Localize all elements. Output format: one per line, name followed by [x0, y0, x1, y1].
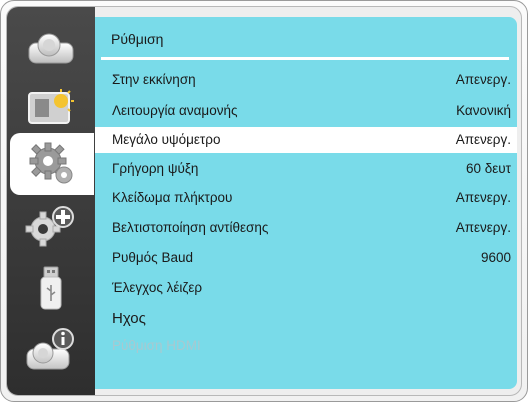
menu-row-value: Απενεργ. — [455, 190, 511, 205]
menu-row-label: Ρύθμιση HDMI — [112, 338, 201, 353]
menu-row-contrast-optimization[interactable]: Βελτιστοποίηση αντίθεσης Απενεργ. — [95, 215, 517, 241]
gears-plus-icon — [25, 206, 74, 247]
menu-window-frame: Ρύθμιση Στην εκκίνηση Απενεργ. Λειτουργί… — [0, 0, 528, 402]
menu-row-standby-mode[interactable]: Λειτουργία αναμονής Κανονική — [95, 98, 517, 124]
gear-icon — [29, 142, 73, 184]
menu-window: Ρύθμιση Στην εκκίνηση Απενεργ. Λειτουργί… — [6, 6, 522, 396]
menu-row-baud-rate[interactable]: Ρυθμός Baud 9600 — [95, 245, 517, 271]
menu-row-label: Στην εκκίνηση — [112, 72, 196, 87]
menu-row-laser-control[interactable]: Έλεγχος λέιζερ — [95, 275, 517, 301]
usb-icon — [40, 266, 62, 310]
menu-row-value: Κανονική — [456, 103, 511, 118]
menu-row-value: 9600 — [480, 250, 511, 265]
menu-row-sound[interactable]: Ηχος — [95, 305, 517, 331]
menu-row-label: Γρήγορη ψύξη — [112, 161, 199, 176]
sidebar-item-options[interactable] — [13, 203, 89, 253]
menu-row-value: Απενεργ. — [455, 220, 511, 235]
sidebar-item-usb[interactable] — [13, 263, 89, 313]
menu-row-label: Λειτουργία αναμονής — [112, 103, 238, 118]
menu-row-value: Απενεργ. — [455, 132, 511, 147]
sidebar — [7, 7, 95, 395]
sidebar-item-picture[interactable] — [13, 81, 89, 131]
menu-row-hdmi-settings: Ρύθμιση HDMI — [95, 333, 517, 359]
menu-row-label: Ηχος — [112, 310, 146, 327]
menu-row-value: Απενεργ. — [455, 72, 511, 87]
menu-row-quick-cooling[interactable]: Γρήγορη ψύξη 60 δευτ — [95, 156, 517, 182]
menu-row-startup[interactable]: Στην εκκίνηση Απενεργ. — [95, 67, 517, 93]
sidebar-item-setup[interactable] — [10, 133, 94, 195]
sidebar-item-projector[interactable] — [13, 21, 89, 71]
title-divider — [101, 57, 509, 60]
projector-info-icon — [26, 328, 74, 370]
menu-row-key-lock[interactable]: Κλείδωμα πλήκτρου Απενεργ. — [95, 185, 517, 211]
menu-row-label: Έλεγχος λέιζερ — [112, 280, 203, 295]
projector-icon — [28, 33, 74, 64]
menu-row-value: 60 δευτ — [465, 161, 511, 176]
menu-row-label: Μεγάλο υψόμετρο — [112, 132, 221, 147]
picture-adjust-icon — [28, 89, 74, 124]
menu-row-label: Ρυθμός Baud — [112, 250, 193, 265]
sidebar-item-info[interactable] — [13, 325, 89, 375]
menu-row-high-altitude[interactable]: Μεγάλο υψόμετρο Απενεργ. — [95, 127, 517, 153]
menu-title: Ρύθμιση — [111, 31, 164, 47]
menu-row-label: Κλείδωμα πλήκτρου — [112, 190, 233, 205]
setup-menu-panel: Ρύθμιση Στην εκκίνηση Απενεργ. Λειτουργί… — [95, 17, 517, 389]
menu-row-label: Βελτιστοποίηση αντίθεσης — [112, 220, 269, 235]
